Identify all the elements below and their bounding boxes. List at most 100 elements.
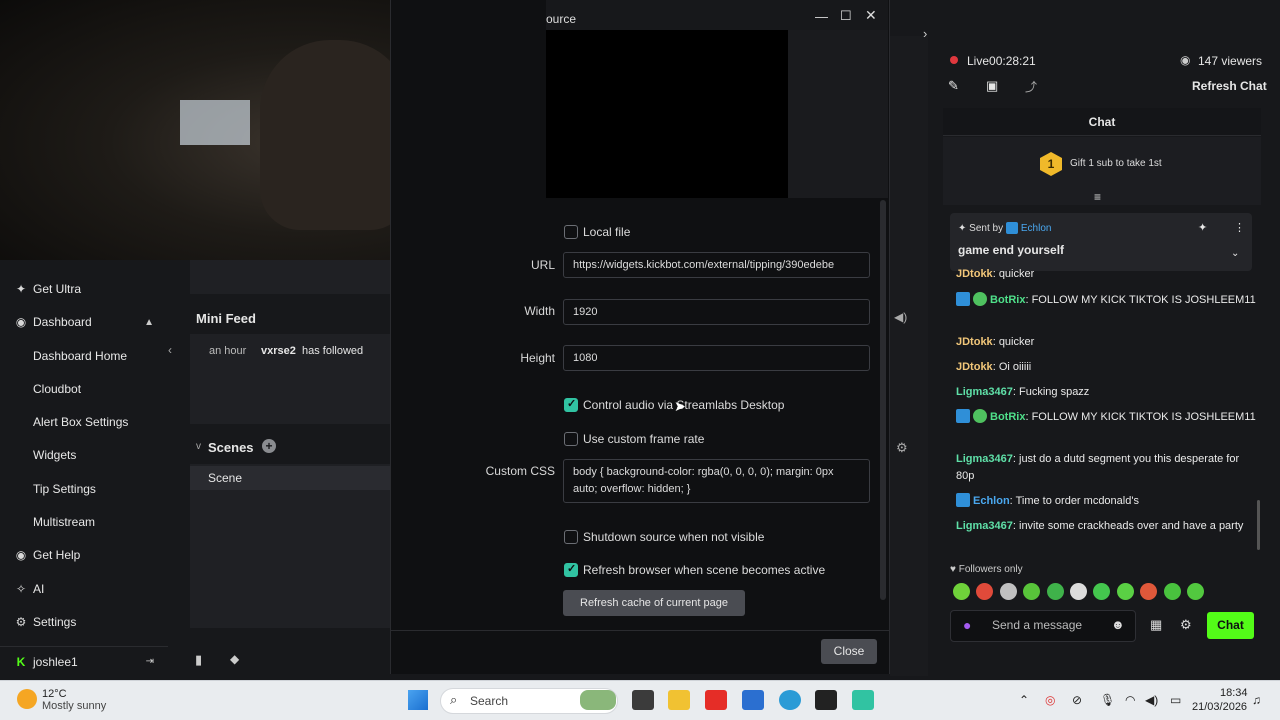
local-file-checkbox[interactable] xyxy=(564,225,578,239)
tray-mic-icon[interactable]: 🎙 xyxy=(1100,693,1115,707)
emote-icon[interactable] xyxy=(999,583,1017,600)
sidebar-item-get-ultra[interactable]: ✦ Get Ultra xyxy=(0,274,168,304)
tray-network-off-icon[interactable]: ⊘ xyxy=(1072,693,1082,707)
emote-icon[interactable] xyxy=(1116,583,1134,600)
youtube-icon[interactable] xyxy=(705,690,727,710)
chat-scrollbar[interactable] xyxy=(1257,500,1260,550)
refresh-browser-checkbox[interactable] xyxy=(564,562,578,577)
chat-username[interactable]: Echlon xyxy=(973,495,1010,507)
emote-icon[interactable] xyxy=(1163,583,1181,600)
logout-icon[interactable]: ⇥ xyxy=(146,656,154,667)
emote-icon[interactable] xyxy=(953,583,970,600)
tray-chevron-icon[interactable]: ⌃ xyxy=(1019,693,1029,707)
wifi-icon[interactable]: ◠ xyxy=(1125,693,1135,707)
dialog-maximize-icon[interactable]: ☐ xyxy=(840,8,852,24)
collapse-scenes-icon[interactable]: v xyxy=(196,441,201,452)
notifications-icon[interactable]: ◆ xyxy=(230,652,239,666)
custom-frame-rate-label: Use custom frame rate xyxy=(583,432,705,446)
sidebar-item-widgets[interactable]: Widgets xyxy=(0,440,168,470)
dialog-scrollbar[interactable] xyxy=(880,200,886,600)
chevron-down-icon[interactable]: ⌄ xyxy=(1231,248,1239,259)
sidebar-item-ai[interactable]: ✧ AI xyxy=(0,574,168,604)
battery-icon[interactable]: ▭ xyxy=(1170,693,1181,707)
refresh-cache-button[interactable]: Refresh cache of current page xyxy=(563,590,745,616)
collapse-sidebar-icon[interactable]: ‹ xyxy=(168,343,172,357)
streamlabs-icon[interactable] xyxy=(852,690,874,710)
emote-icon[interactable] xyxy=(1046,583,1064,600)
sidebar-item-cloudbot[interactable]: Cloudbot xyxy=(0,374,168,404)
store-app-icon[interactable] xyxy=(742,690,764,710)
file-explorer-icon[interactable] xyxy=(668,690,690,710)
chat-username[interactable]: BotRix xyxy=(990,294,1025,306)
sidebar-item-tip-settings[interactable]: Tip Settings xyxy=(0,474,168,504)
chat-username[interactable]: Ligma3467 xyxy=(956,520,1013,532)
dialog-minimize-icon[interactable]: — xyxy=(815,9,828,24)
sidebar-item-alert-box-settings[interactable]: Alert Box Settings xyxy=(0,407,168,437)
editor-behind xyxy=(890,36,928,676)
emote-icon[interactable] xyxy=(1187,583,1204,600)
share-icon[interactable]: ⤴ xyxy=(1025,78,1037,95)
more-options-icon[interactable]: ⋮ xyxy=(1234,221,1245,234)
refresh-chat-button[interactable]: Refresh Chat xyxy=(1192,79,1267,93)
clock-date[interactable]: 21/03/2026 xyxy=(1192,701,1247,713)
task-view-icon[interactable] xyxy=(632,690,654,710)
volume-tray-icon[interactable]: ◀) xyxy=(1145,693,1158,707)
live-indicator xyxy=(950,56,958,64)
tray-app-icon[interactable]: ◎ xyxy=(1045,693,1055,707)
height-input[interactable]: 1080 xyxy=(563,345,870,371)
weather-sun-icon[interactable] xyxy=(17,689,37,709)
store-icon[interactable]: ▦ xyxy=(1150,617,1162,633)
notification-bell-icon[interactable]: ♫ xyxy=(1252,693,1261,707)
sidebar-user[interactable]: Kjoshlee1 ⇥ xyxy=(0,646,168,676)
unpin-icon[interactable]: ✦ xyxy=(1198,221,1207,234)
moderator-badge-icon xyxy=(956,493,970,507)
message-input[interactable]: Send a message xyxy=(992,618,1082,632)
emote-icon[interactable] xyxy=(1070,583,1087,600)
chat-username[interactable]: JDtokk xyxy=(956,336,993,348)
windows-start-icon[interactable] xyxy=(408,690,428,710)
microphone-icon[interactable]: ● xyxy=(963,617,971,633)
gift-text[interactable]: Gift 1 sub to take 1st xyxy=(1070,158,1162,169)
preview-panel xyxy=(190,260,390,294)
chat-message: BotRix: FOLLOW MY KICK TIKTOK IS JOSHLEE… xyxy=(956,292,1256,309)
chat-username[interactable]: Ligma3467 xyxy=(956,453,1013,465)
shutdown-checkbox[interactable] xyxy=(564,530,578,544)
expand-panel-icon[interactable]: › xyxy=(923,26,927,41)
sidebar-item-dashboard[interactable]: ◉ Dashboard ▲ xyxy=(0,307,168,337)
width-input[interactable]: 1920 xyxy=(563,299,870,325)
live-label: Live00:28:21 xyxy=(967,54,1036,68)
sidebar-item-dashboard-home[interactable]: Dashboard Home xyxy=(0,341,168,371)
custom-frame-rate-checkbox[interactable] xyxy=(564,432,578,446)
close-button[interactable]: Close xyxy=(821,639,877,664)
expand-banner-icon[interactable]: ≡ xyxy=(1094,190,1101,204)
volume-icon[interactable]: ◀) xyxy=(894,310,907,324)
control-audio-checkbox[interactable] xyxy=(564,397,578,412)
stats-icon[interactable]: ▮ xyxy=(195,652,202,668)
editor-gear-icon[interactable]: ⚙ xyxy=(896,440,908,456)
edge-icon[interactable] xyxy=(779,690,801,710)
sidebar-item-get-help[interactable]: ◉ Get Help xyxy=(0,540,168,570)
url-input[interactable]: https://widgets.kickbot.com/external/tip… xyxy=(563,252,870,278)
edit-icon[interactable]: ✎ xyxy=(948,78,959,94)
clip-icon[interactable]: ▣ xyxy=(986,78,998,94)
weather-desc[interactable]: Mostly sunny xyxy=(42,700,106,712)
sidebar-item-multistream[interactable]: Multistream xyxy=(0,507,168,537)
chat-username[interactable]: Ligma3467 xyxy=(956,386,1013,398)
chat-settings-icon[interactable]: ⚙ xyxy=(1180,617,1192,633)
dialog-close-icon[interactable]: ✕ xyxy=(865,7,877,24)
moderator-badge-icon xyxy=(956,409,970,423)
amazon-icon[interactable] xyxy=(815,690,837,710)
scene-item[interactable]: Scene xyxy=(208,471,242,485)
add-scene-icon[interactable]: + xyxy=(262,439,276,453)
feed-action: has followed xyxy=(302,345,364,357)
weather-temp[interactable]: 12°C xyxy=(42,688,67,700)
sidebar-item-label: Get Help xyxy=(33,548,81,562)
chat-username[interactable]: BotRix xyxy=(990,411,1025,423)
clock-time[interactable]: 18:34 xyxy=(1220,687,1248,699)
custom-css-textarea[interactable]: body { background-color: rgba(0, 0, 0, 0… xyxy=(563,459,870,503)
chat-send-button[interactable]: Chat xyxy=(1207,612,1254,639)
emoji-icon[interactable]: ☻ xyxy=(1111,617,1125,632)
sidebar-item-settings[interactable]: ⚙ Settings xyxy=(0,607,168,637)
chat-username[interactable]: JDtokk xyxy=(956,361,993,373)
search-icon: ⌕ xyxy=(450,692,458,707)
